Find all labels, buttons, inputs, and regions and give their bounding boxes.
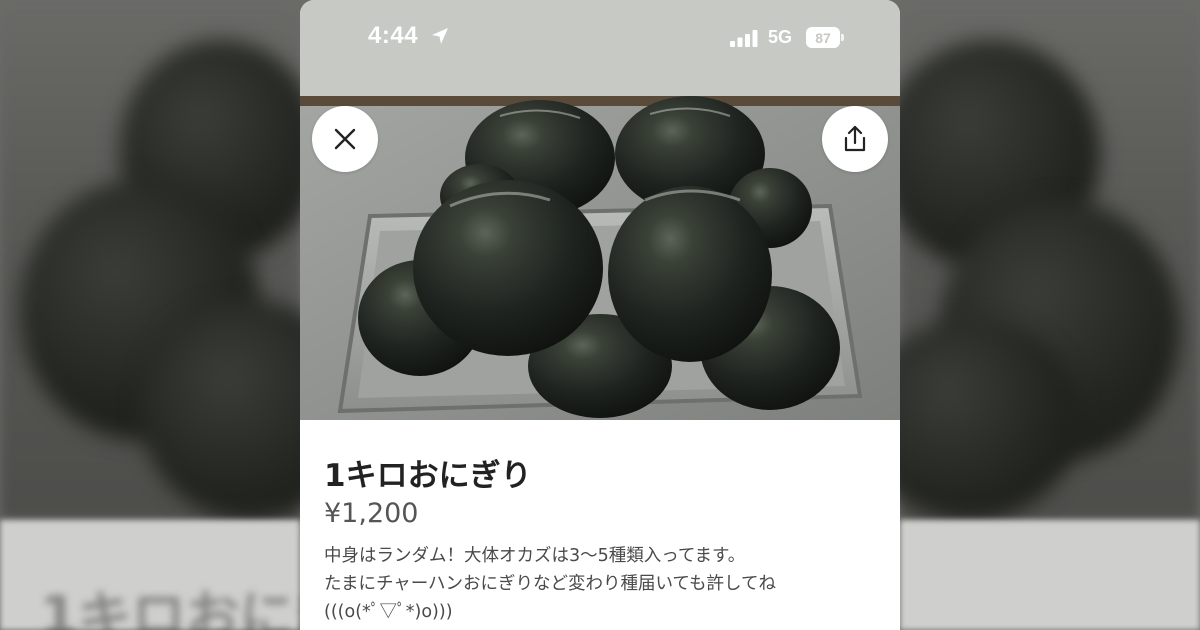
backdrop-left: 1キロおにぎり	[0, 0, 300, 630]
status-time: 4:44	[368, 22, 419, 49]
listing-title: 1キロおにぎり	[324, 458, 532, 494]
signal-bars-icon	[730, 30, 758, 47]
location-arrow-icon	[432, 28, 448, 44]
close-icon	[334, 128, 356, 150]
listing-details: 1キロおにぎり ¥1,200 中身はランダム！大体オカズは3〜5種類入ってます。…	[300, 420, 900, 630]
listing-description: 中身はランダム！大体オカズは3〜5種類入ってます。 たまにチャーハンおにぎりなど…	[324, 542, 884, 626]
share-icon	[844, 125, 866, 152]
network-type: 5G	[768, 27, 793, 47]
description-line: 中身はランダム！大体オカズは3〜5種類入ってます。	[324, 546, 746, 566]
backdrop-ghost-title: 1キロおにぎり	[40, 585, 300, 630]
description-line: たまにチャーハンおにぎりなど変わり種届いても許してね	[324, 574, 777, 594]
status-bar: 4:44 5G 87	[300, 0, 900, 96]
description-line: (((o(*ﾟ▽ﾟ*)o)))	[324, 602, 453, 622]
listing-price: ¥1,200	[324, 498, 419, 529]
phone-screen: 4:44 5G 87 1キロおにぎり ¥1,200 中身はランダム！大体オカズは…	[300, 0, 900, 630]
close-button[interactable]	[312, 106, 378, 172]
backdrop-right	[900, 0, 1200, 630]
battery-indicator: 87	[806, 27, 844, 48]
product-photo	[300, 96, 900, 420]
share-button[interactable]	[822, 106, 888, 172]
battery-level: 87	[815, 29, 831, 46]
onigiri-photo-image	[300, 96, 900, 420]
